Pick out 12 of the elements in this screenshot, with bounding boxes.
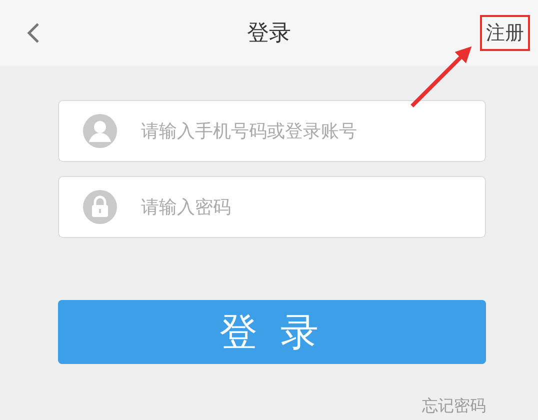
login-button[interactable]: 登录: [58, 300, 486, 364]
back-icon[interactable]: [26, 22, 40, 44]
lock-icon: [83, 190, 117, 224]
input-field[interactable]: 请输入密码: [58, 176, 486, 238]
page-title: 登录: [247, 21, 291, 46]
input-field[interactable]: 请输入手机号码或登录账号: [58, 100, 486, 162]
register-link[interactable]: 注册: [484, 18, 526, 48]
annotation-arrow: [410, 46, 472, 108]
text-input[interactable]: 请输入手机号码或登录账号: [141, 120, 461, 142]
person-icon: [83, 114, 117, 148]
text-input[interactable]: 请输入密码: [141, 196, 461, 218]
forgot-password-link[interactable]: 忘记密码: [422, 396, 486, 417]
